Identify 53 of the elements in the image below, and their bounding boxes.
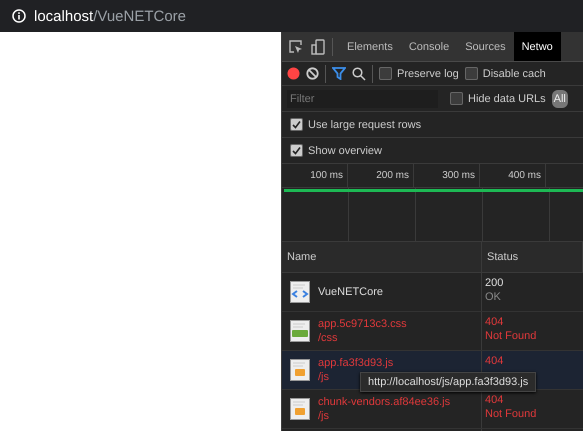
checkbox-label: Hide data URLs [468,92,546,104]
script-file-icon [290,359,310,381]
checkbox[interactable] [290,118,303,131]
time-tick-label: 100 ms [310,170,343,181]
checkbox[interactable] [450,92,463,105]
devtools-tab[interactable]: Sources [457,32,514,61]
status-text: Not Found [485,408,538,420]
devtools-tab[interactable]: Netwo [514,32,561,61]
status-text: OK [485,291,502,303]
stylesheet-file-icon [290,320,310,342]
url-tooltip: http://localhost/js/app.fa3f3d93.js [360,372,536,392]
request-name: app.5c9713c3.css [318,318,407,330]
request-path: /js [318,410,330,422]
status-code: 404 [485,394,504,406]
request-row[interactable]: app.fa3f3d93.js /js 404 http://localhost/js/app.fa3f3d93.js [282,351,583,390]
script-file-icon [290,398,310,420]
device-toolbar-icon[interactable] [310,38,326,54]
time-tick-label: 300 ms [442,170,475,181]
request-row[interactable]: app.5c9713c3.css /css 404 Not Found [282,312,583,351]
url-text: localhost/VueNETCore [34,8,186,24]
checkbox-label: Disable cach [482,68,546,80]
filter-icon[interactable] [332,67,346,80]
request-row[interactable]: chunk-vendors.af84ee36.js /js 404 Not Found [282,390,583,429]
checkbox-label: Use large request rows [308,118,422,130]
element-picker-icon[interactable] [288,38,304,54]
devtools-tab[interactable]: Console [400,32,458,61]
clear-icon[interactable] [306,67,319,80]
checkbox[interactable] [464,67,478,80]
devtools-tab[interactable]: Elements [339,32,401,61]
status-code: 200 [485,277,504,289]
request-name: chunk-vendors.af84ee36.js [318,396,450,408]
column-header[interactable]: Status [487,251,518,263]
checkbox[interactable] [290,144,303,157]
request-name: app.fa3f3d93.js [318,357,394,369]
request-path: /css [318,332,339,344]
checkbox[interactable] [379,67,392,80]
record-icon[interactable] [287,67,300,80]
column-header[interactable]: Name [287,251,316,263]
info-icon[interactable] [12,9,26,23]
checkbox-label: Preserve log [397,68,459,80]
checkbox-label: Show overview [308,144,382,156]
search-icon[interactable] [352,66,366,80]
status-code: 404 [485,316,504,328]
address-bar[interactable]: localhost/VueNETCore [0,0,583,32]
time-tick-label: 400 ms [508,170,541,181]
status-text: Not Found [485,330,538,342]
request-name: VueNETCore [318,286,384,298]
document-file-icon [290,281,310,303]
request-row[interactable]: VueNETCore 200 OK [282,273,583,312]
type-filter-button[interactable]: All [552,90,568,108]
time-tick-label: 200 ms [376,170,409,181]
filter-field[interactable]: Filter [287,90,438,108]
status-code: 404 [485,355,504,367]
